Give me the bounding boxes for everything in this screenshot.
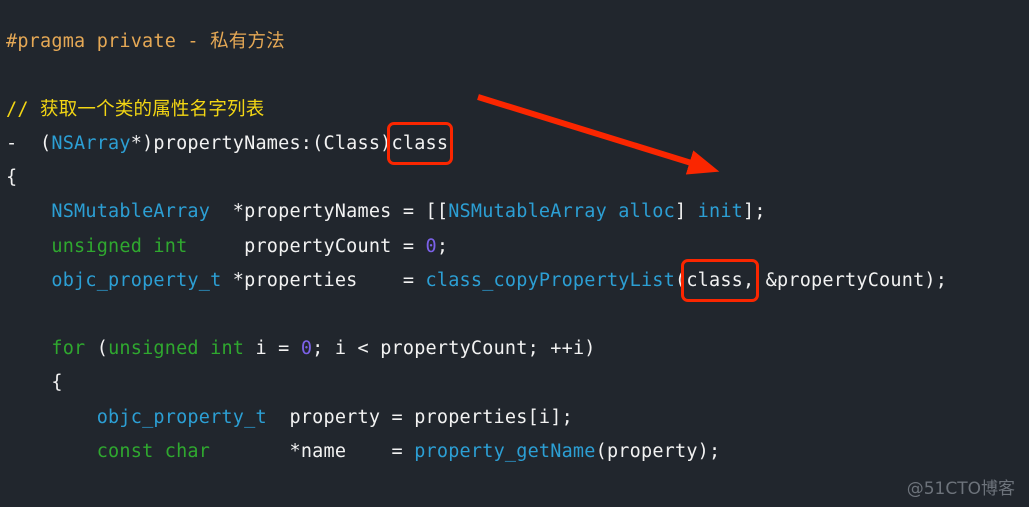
keyword-unsigned-int-2: unsigned int — [108, 338, 245, 360]
type-objc-property-t-2: objc_property_t — [96, 406, 267, 428]
type-nsarray: NSArray — [51, 133, 131, 155]
stmt-end: ; — [436, 235, 449, 257]
code-line: unsigned int propertyCount = 0; — [6, 230, 1029, 264]
watermark-text: @51CTO博客 — [906, 479, 1015, 499]
code-line: objc_property_t *properties = class_copy… — [6, 258, 1029, 303]
type-objc-property-t: objc_property_t — [51, 269, 222, 291]
selector-alloc: alloc — [606, 201, 675, 223]
fn-class-copypropertylist: class_copyPropertyList — [425, 269, 675, 291]
code-line: NSMutableArray *propertyNames = [[NSMuta… — [6, 195, 1029, 229]
paren-open: ( — [674, 269, 687, 291]
fn-property-getname: property_getName — [414, 440, 596, 462]
class-arg-label: class, — [686, 269, 755, 291]
decl-property: property = properties[i]; — [266, 406, 573, 428]
code-line: { — [6, 161, 1029, 195]
keyword-unsigned-int: unsigned int — [51, 235, 188, 257]
selector-init: init — [697, 201, 744, 223]
code-line: const char *name = property_getName(prop… — [6, 435, 1029, 469]
arg-property: (property); — [595, 440, 721, 462]
code-line: [propertyNames addObject:[NSString strin… — [6, 503, 1029, 507]
code-line: objc_property_t property = properties[i]… — [6, 401, 1029, 435]
for-cond: ; i < propertyCount; ++i) — [312, 338, 596, 360]
decl-name: *name = — [210, 440, 415, 462]
pragma-directive: #pragma private - 私有方法 — [6, 30, 285, 52]
keyword-for: for — [51, 338, 86, 360]
code-screenshot: #pragma private - 私有方法 // 获取一个类的属性名字列表 - … — [0, 0, 1029, 507]
code-block: #pragma private - 私有方法 // 获取一个类的属性名字列表 - … — [0, 19, 1029, 507]
highlight-box-class-arg: class, — [681, 258, 760, 303]
highlight-box-class-param: class — [386, 122, 453, 166]
brace-open-for: { — [51, 372, 63, 394]
code-line: { — [6, 366, 1029, 400]
bracket-close: ] — [674, 201, 698, 223]
code-line: // 获取一个类的属性名字列表 — [6, 93, 1029, 127]
method-sig-prefix: - ( — [6, 133, 52, 155]
code-line: - (NSArray*)propertyNames:(Class)class — [6, 122, 1029, 166]
arg-propertycount: &propertyCount); — [754, 269, 948, 291]
keyword-const-char: const char — [96, 440, 211, 462]
type-nsmutablearray: NSMutableArray — [51, 201, 211, 223]
type-nsmutablearray-2: NSMutableArray — [448, 201, 607, 223]
class-param-label: class — [391, 133, 449, 155]
method-sig-mid: *)propertyNames:(Class) — [130, 133, 392, 155]
code-line: for (unsigned int i = 0; i < propertyCou… — [6, 332, 1029, 366]
comment-text: // 获取一个类的属性名字列表 — [6, 98, 265, 120]
code-line: #pragma private - 私有方法 — [6, 25, 1029, 59]
decl-properties: *properties = — [221, 269, 426, 291]
number-zero: 0 — [425, 235, 437, 257]
number-zero-2: 0 — [300, 338, 313, 360]
for-paren: ( — [85, 338, 109, 360]
decl-propertycount: propertyCount = — [187, 235, 426, 257]
decl-propertynames: *propertyNames = [[ — [210, 201, 449, 223]
for-init: i = — [244, 338, 301, 360]
stmt-end: ]; — [743, 201, 766, 223]
brace-open-method: { — [6, 167, 18, 189]
